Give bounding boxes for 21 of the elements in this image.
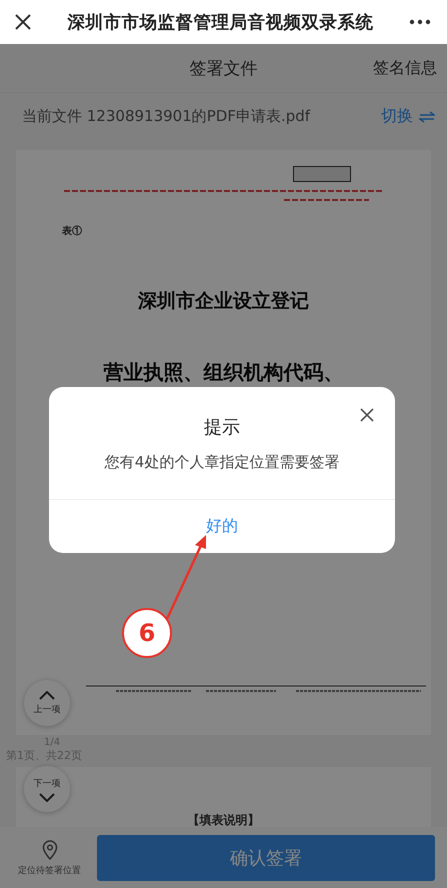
window-title: 深圳市市场监督管理局音视频双录系统 xyxy=(68,12,374,34)
location-pin-icon xyxy=(42,840,58,860)
switch-button[interactable]: 切换 xyxy=(381,106,435,127)
dialog-message: 您有4处的个人章指定位置需要签署 xyxy=(104,453,340,472)
current-file-label: 当前文件 12308913901的PDF申请表.pdf xyxy=(22,107,310,126)
close-icon[interactable] xyxy=(360,408,374,422)
form-number: 表① xyxy=(62,224,82,238)
chevron-down-icon xyxy=(39,792,55,802)
dialog-title: 提示 xyxy=(204,416,240,439)
more-icon[interactable] xyxy=(409,19,431,25)
confirm-sign-button[interactable]: 确认签署 xyxy=(97,835,435,881)
document-title: 深圳市企业设立登记 xyxy=(136,289,310,314)
section-heading: 【填表说明】 xyxy=(188,812,260,827)
locate-button[interactable]: 定位待签署位置 xyxy=(18,840,81,876)
stamp-box xyxy=(293,166,351,182)
swap-icon xyxy=(419,110,435,122)
document-subtitle: 营业执照、组织机构代码、 xyxy=(102,359,344,386)
signature-info-link[interactable]: 签名信息 xyxy=(373,58,437,78)
chevron-up-icon xyxy=(39,690,55,700)
close-icon[interactable] xyxy=(14,13,32,31)
page-title: 签署文件 xyxy=(190,58,258,80)
